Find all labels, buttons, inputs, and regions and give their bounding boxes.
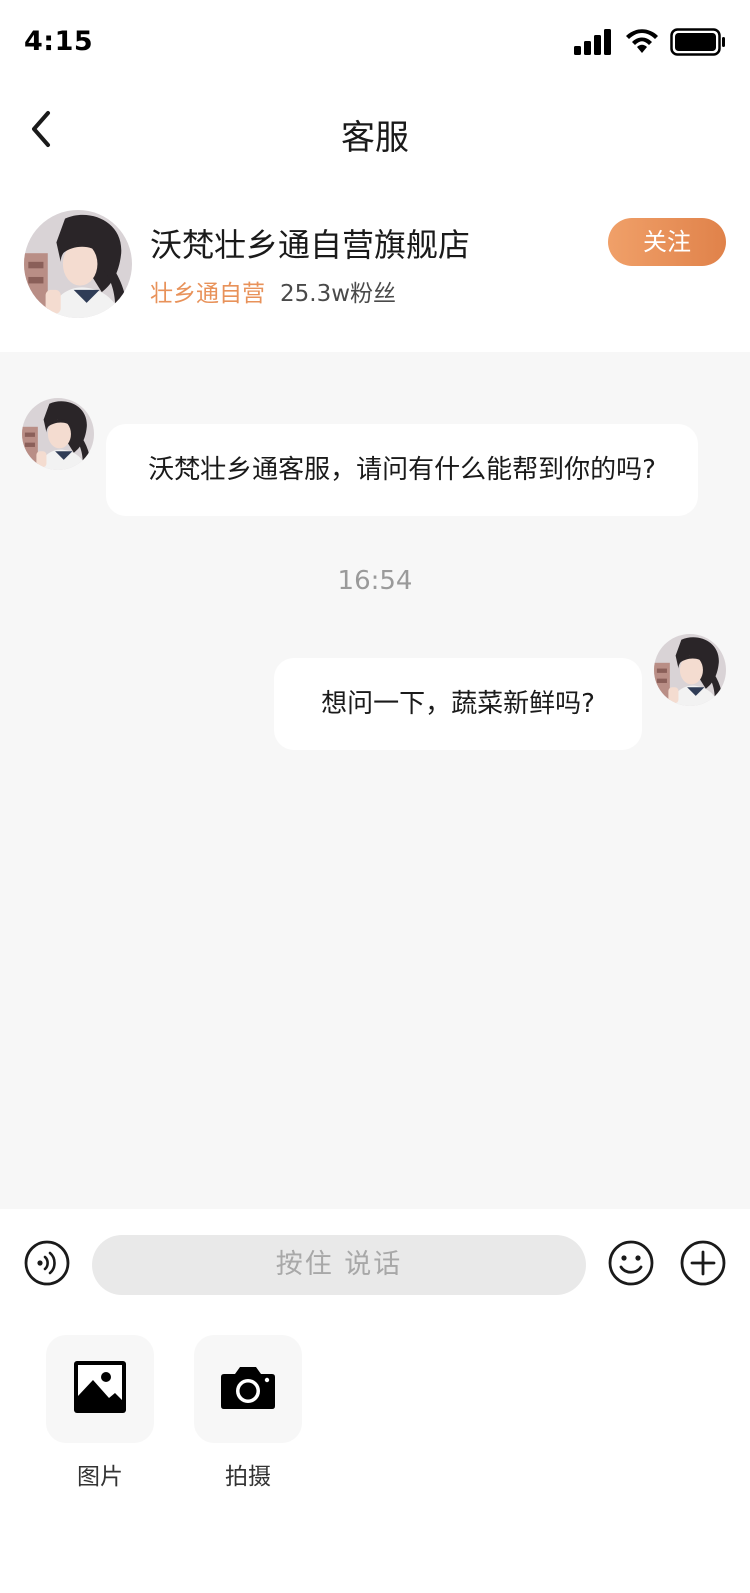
battery-icon (670, 28, 726, 60)
status-icons (574, 28, 726, 60)
message-timestamp: 16:54 (337, 566, 413, 596)
follow-button[interactable]: 关注 (608, 218, 726, 266)
store-avatar[interactable] (24, 210, 132, 318)
voice-icon (24, 1240, 70, 1290)
nav-bar: 客服 (0, 88, 750, 176)
panel-item-image[interactable]: 图片 (46, 1335, 154, 1491)
panel-label-camera: 拍摄 (225, 1464, 271, 1490)
hold-to-talk-button[interactable]: 按住 说话 (92, 1235, 586, 1295)
status-time: 4:15 (24, 26, 94, 57)
smile-icon (608, 1240, 654, 1290)
store-chat-avatar[interactable] (22, 398, 94, 470)
panel-icon-box[interactable] (46, 1335, 154, 1443)
user-chat-avatar[interactable] (654, 634, 726, 706)
more-panel: 图片 拍摄 (0, 1319, 750, 1593)
panel-icon-box[interactable] (194, 1335, 302, 1443)
panel-item-camera[interactable]: 拍摄 (194, 1335, 302, 1491)
plus-circle-icon (680, 1240, 726, 1290)
image-icon (73, 1360, 127, 1418)
voice-button[interactable] (24, 1240, 70, 1286)
store-fans-count: 25.3w粉丝 (280, 281, 397, 307)
more-button[interactable] (680, 1240, 726, 1286)
panel-label-image: 图片 (77, 1464, 123, 1490)
camera-icon (220, 1364, 276, 1414)
store-name: 沃梵壮乡通自营旗舰店 (150, 226, 471, 264)
wifi-icon (624, 29, 660, 59)
signal-icon (574, 29, 614, 59)
status-bar: 4:15 (0, 0, 750, 88)
input-bar: 按住 说话 (0, 1209, 750, 1319)
emoji-button[interactable] (608, 1240, 654, 1286)
message-bubble-user[interactable]: 想问一下，蔬菜新鲜吗? (274, 658, 642, 750)
store-tag: 壮乡通自营 (150, 281, 265, 307)
chat-area[interactable]: 沃梵壮乡通客服，请问有什么能帮到你的吗? 16:54 想问一下，蔬菜新鲜吗? (0, 352, 750, 1209)
message-bubble-store[interactable]: 沃梵壮乡通客服，请问有什么能帮到你的吗? (106, 424, 698, 516)
store-header: 沃梵壮乡通自营旗舰店 壮乡通自营 25.3w粉丝 关注 (0, 176, 750, 352)
page-title: 客服 (341, 118, 409, 158)
